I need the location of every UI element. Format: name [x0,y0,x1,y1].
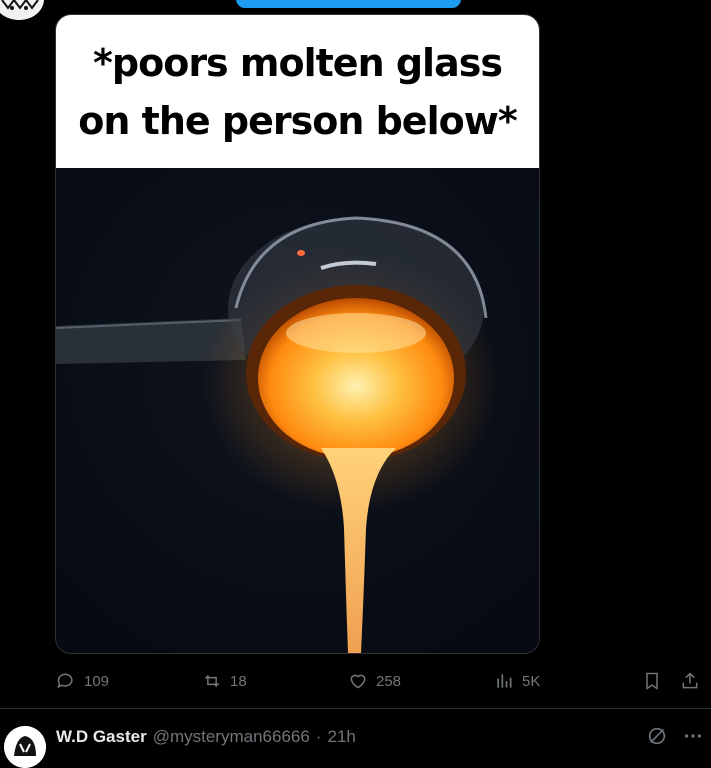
reply-handle[interactable]: @mysteryman66666 [153,727,310,747]
views-button[interactable]: 5K [494,666,540,696]
repost-button[interactable]: 18 [202,666,247,696]
grok-icon[interactable] [646,725,668,747]
repost-count: 18 [230,672,247,690]
more-icon[interactable] [682,725,704,747]
meme-caption-line-1: *poors molten glass [93,40,503,85]
views-icon [497,674,512,688]
share-button[interactable] [680,666,700,696]
reply-icon [57,673,73,689]
reply-display-name[interactable]: W.D Gaster [56,727,147,747]
like-icon [350,674,366,689]
reply-toolbar [646,725,704,747]
reply-header: W.D Gaster @mysteryman66666 · 21h [56,727,356,747]
avatar-image [0,0,44,20]
bookmark-button[interactable] [642,666,662,696]
post-media[interactable]: *poors molten glass on the person below* [55,14,540,654]
reply-separator: · [315,727,322,746]
molten-glass-photo [56,168,539,653]
show-more-pill[interactable] [236,0,461,8]
meme-caption-line-2: on the person below* [78,98,517,143]
share-icon [682,672,698,689]
reply-time[interactable]: 21h [327,727,355,747]
bookmark-icon [646,672,658,690]
reply-avatar[interactable] [4,726,46,768]
repost-icon [204,674,220,688]
post-divider [0,708,711,709]
reply-button[interactable]: 109 [56,666,109,696]
author-avatar[interactable] [0,0,44,20]
post-action-bar: 109 18 258 5K [0,666,711,696]
reply-count: 109 [84,672,110,690]
like-count: 258 [376,672,402,690]
views-count: 5K [522,672,541,690]
like-button[interactable]: 258 [348,666,401,696]
reply-avatar-image [4,726,46,768]
meme-caption-box: *poors molten glass on the person below* [56,15,539,168]
